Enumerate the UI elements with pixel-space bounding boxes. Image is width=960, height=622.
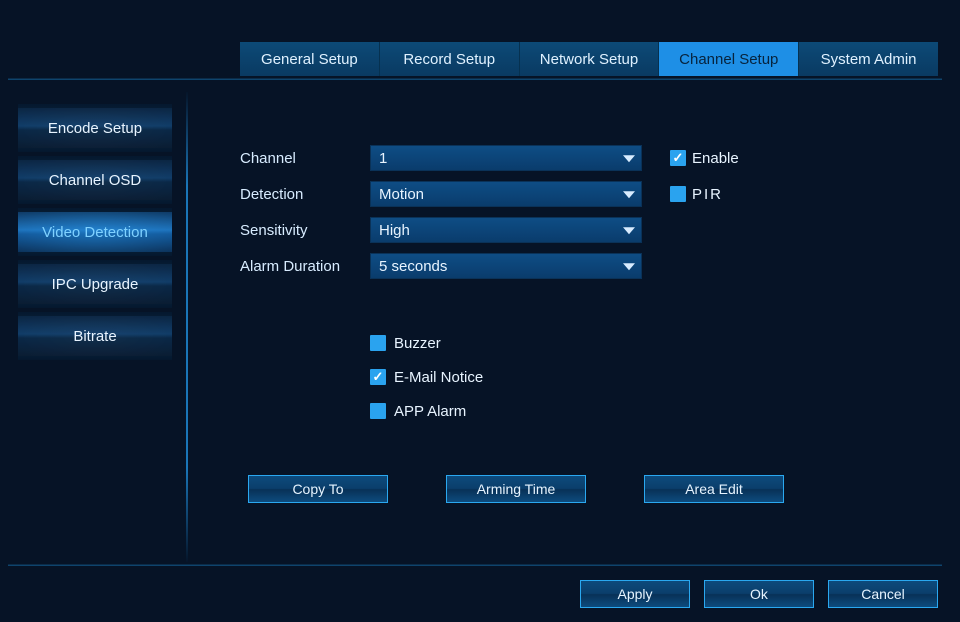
apply-button[interactable]: Apply xyxy=(580,580,690,608)
sidebar-item-bitrate[interactable]: Bitrate xyxy=(18,312,172,360)
email-label: E-Mail Notice xyxy=(394,369,483,386)
sensitivity-value: High xyxy=(379,222,410,239)
top-tabs: General Setup Record Setup Network Setup… xyxy=(240,42,938,76)
tab-channel-setup[interactable]: Channel Setup xyxy=(658,42,798,76)
pir-label: PIR xyxy=(692,186,723,203)
sidebar-item-channel-osd[interactable]: Channel OSD xyxy=(18,156,172,204)
ok-button[interactable]: Ok xyxy=(704,580,814,608)
alert-options: Buzzer E-Mail Notice APP Alarm xyxy=(240,326,940,428)
tab-network-setup[interactable]: Network Setup xyxy=(519,42,659,76)
alarm-duration-dropdown[interactable]: 5 seconds xyxy=(370,253,642,279)
footer-button-row: Apply Ok Cancel xyxy=(580,580,938,608)
email-checkbox[interactable] xyxy=(370,369,386,385)
divider-top xyxy=(8,78,942,80)
sidebar-item-ipc-upgrade[interactable]: IPC Upgrade xyxy=(18,260,172,308)
detection-dropdown[interactable]: Motion xyxy=(370,181,642,207)
tab-system-admin[interactable]: System Admin xyxy=(798,42,938,76)
tab-record-setup[interactable]: Record Setup xyxy=(379,42,519,76)
arming-time-button[interactable]: Arming Time xyxy=(446,475,586,503)
copy-to-button[interactable]: Copy To xyxy=(248,475,388,503)
detection-label: Detection xyxy=(240,186,370,203)
divider-vertical xyxy=(186,92,188,562)
sidebar: Encode Setup Channel OSD Video Detection… xyxy=(18,104,172,364)
enable-label: Enable xyxy=(692,150,739,167)
app-alarm-label: APP Alarm xyxy=(394,403,466,420)
channel-value: 1 xyxy=(379,150,387,167)
sidebar-item-encode-setup[interactable]: Encode Setup xyxy=(18,104,172,152)
buzzer-checkbox[interactable] xyxy=(370,335,386,351)
detection-value: Motion xyxy=(379,186,424,203)
chevron-down-icon xyxy=(623,191,635,198)
chevron-down-icon xyxy=(623,155,635,162)
app-alarm-checkbox[interactable] xyxy=(370,403,386,419)
mid-button-row: Copy To Arming Time Area Edit xyxy=(248,475,784,503)
sidebar-item-video-detection[interactable]: Video Detection xyxy=(18,208,172,256)
tab-general-setup[interactable]: General Setup xyxy=(240,42,379,76)
chevron-down-icon xyxy=(623,263,635,270)
chevron-down-icon xyxy=(623,227,635,234)
sensitivity-label: Sensitivity xyxy=(240,222,370,239)
form-area: Channel 1 Enable Detection Motion PIR Se… xyxy=(240,140,940,428)
area-edit-button[interactable]: Area Edit xyxy=(644,475,784,503)
channel-dropdown[interactable]: 1 xyxy=(370,145,642,171)
alarm-duration-value: 5 seconds xyxy=(379,258,447,275)
pir-checkbox[interactable] xyxy=(670,186,686,202)
enable-checkbox[interactable] xyxy=(670,150,686,166)
sensitivity-dropdown[interactable]: High xyxy=(370,217,642,243)
divider-bottom xyxy=(8,564,942,566)
channel-label: Channel xyxy=(240,150,370,167)
buzzer-label: Buzzer xyxy=(394,335,441,352)
alarm-duration-label: Alarm Duration xyxy=(240,258,370,275)
cancel-button[interactable]: Cancel xyxy=(828,580,938,608)
